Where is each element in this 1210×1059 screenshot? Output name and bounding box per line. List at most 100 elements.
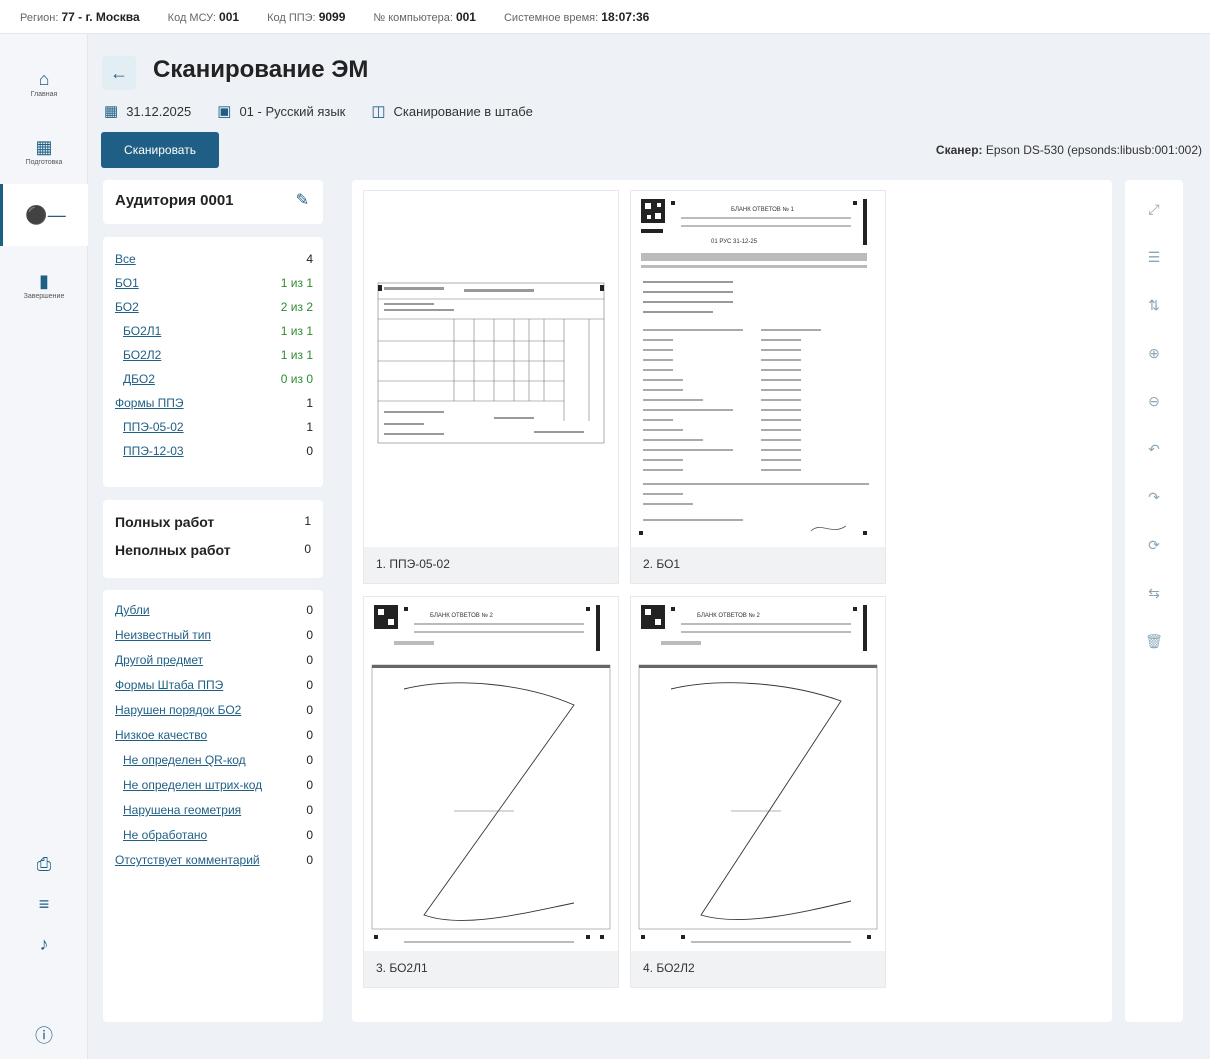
document-icon: ▮ xyxy=(39,270,49,291)
scanner-icon[interactable]: ≡ xyxy=(0,894,88,915)
back-button[interactable]: ← xyxy=(102,56,136,90)
scan-card-4[interactable]: БЛАНК ОТВЕТОВ № 2 4. БО2Л2 xyxy=(630,596,886,988)
scan-image-2: БЛАНК ОТВЕТОВ № 1 01 РУС 31-12-25 xyxy=(631,191,885,547)
pc-info: № компьютера: 001 xyxy=(373,9,476,24)
home-icon: ⌂ xyxy=(38,68,50,89)
rotate-left-icon[interactable]: ↶ xyxy=(1139,434,1169,464)
zoom-in-icon[interactable]: ⊕ xyxy=(1139,338,1169,368)
list-item: Нарушен порядок БО2 0 xyxy=(115,703,313,717)
scan-image-4: БЛАНК ОТВЕТОВ № 2 xyxy=(631,597,885,951)
answer-sheet-1-preview: БЛАНК ОТВЕТОВ № 1 01 РУС 31-12-25 xyxy=(631,191,885,547)
key-icon: ⚫— xyxy=(25,205,66,225)
ppe-info: Код ППЭ: 9099 xyxy=(267,9,346,24)
nav-preparation[interactable]: ▦ Подготовка xyxy=(0,120,88,182)
auditory-header-panel: Аудитория 0001 ✎ xyxy=(103,180,323,224)
edit-icon[interactable]: ✎ xyxy=(296,190,309,210)
nav-finish-label: Завершение xyxy=(23,292,65,300)
date-value: 31.12.2025 xyxy=(126,103,192,119)
scan-image-3: БЛАНК ОТВЕТОВ № 2 xyxy=(364,597,618,951)
mode-info: ◫ Сканирование в штабе xyxy=(371,102,532,120)
list-item: Низкое качество 0 xyxy=(115,728,313,742)
nav-home-label: Главная xyxy=(30,90,58,98)
msu-info: Код МСУ: 001 xyxy=(167,9,240,24)
fullscreen-icon[interactable]: ⤢ xyxy=(1139,194,1169,224)
printer-icon[interactable]: ⎙ xyxy=(0,854,88,875)
sheet-code: 01 РУС 31-12-25 xyxy=(711,239,758,245)
reset-icon[interactable]: ⟳ xyxy=(1139,530,1169,560)
list-item: ППЭ-05-02 1 xyxy=(123,420,313,434)
sheet-title: БЛАНК ОТВЕТОВ № 2 xyxy=(430,612,494,619)
scanner-label: Сканер: xyxy=(935,143,983,157)
list-item: ДБО2 0 из 0 xyxy=(123,372,313,386)
meta-row: ▦ 31.12.2025 ▣ 01 - Русский язык ◫ Сканиров… xyxy=(104,102,559,120)
list-item: Неизвестный тип 0 xyxy=(115,628,313,642)
nav-preparation-label: Подготовка xyxy=(25,158,63,166)
time-value: 18:07:36 xyxy=(601,9,650,24)
date-info: ▦ 31.12.2025 xyxy=(104,102,191,120)
list-item: Не определен QR-код 0 xyxy=(123,753,313,767)
auditory-title: Аудитория 0001 xyxy=(115,192,234,209)
partial-works-row: Неполных работ 0 xyxy=(115,542,311,558)
scan-gallery: 1. ППЭ-05-02 БЛАНК ОТВЕТОВ № 1 01 РУС 31… xyxy=(352,180,1112,1022)
region-value: 77 - г. Москва xyxy=(61,9,140,24)
subject-info: ▣ 01 - Русский язык xyxy=(217,102,345,120)
scan-card-2[interactable]: БЛАНК ОТВЕТОВ № 1 01 РУС 31-12-25 2. БО1 xyxy=(630,190,886,584)
scan-button[interactable]: Сканировать xyxy=(101,132,219,168)
problems-panel: Дубли 0 Неизвестный тип 0 Другой предмет 0 … xyxy=(103,590,323,1022)
answer-sheet-2-preview: БЛАНК ОТВЕТОВ № 2 xyxy=(364,597,618,951)
calendar-icon: ▦ xyxy=(104,103,119,120)
list-item: Дубли 0 xyxy=(115,603,313,617)
list-item: Нарушена геометрия 0 xyxy=(123,803,313,817)
list-icon[interactable]: ☰ xyxy=(1139,242,1169,272)
scan-image-1 xyxy=(364,191,618,547)
sort-icon[interactable]: ⇅ xyxy=(1139,290,1169,320)
region-info: Регион: 77 - г. Москва xyxy=(20,9,140,24)
scanner-value: Epson DS-530 (epsonds:libusb:001:002) xyxy=(985,143,1202,157)
info-icon[interactable]: ⓘ xyxy=(0,1022,88,1048)
list-item: БО2 2 из 2 xyxy=(115,300,313,314)
auditory-counts-panel: Все 4 БО1 1 из 1 БО2 2 из 2 БО2Л1 1 из 1 БО2… xyxy=(103,237,323,487)
swap-icon[interactable]: ⇆ xyxy=(1139,578,1169,608)
delete-icon[interactable]: 🗑 xyxy=(1139,626,1169,656)
time-info: Системное время: 18:07:36 xyxy=(503,9,650,24)
summary-panel: Полных работ 1 Неполных работ 0 xyxy=(103,500,323,578)
page-title: Сканирование ЭМ xyxy=(153,56,369,83)
list-item: БО2Л2 1 из 1 xyxy=(123,348,313,362)
list-item: ППЭ-12-03 0 xyxy=(123,444,313,458)
calendar-icon: ▦ xyxy=(35,136,53,157)
list-item: Другой предмет 0 xyxy=(115,653,313,667)
list-item: Формы Штаба ППЭ 0 xyxy=(115,678,313,692)
full-works-row: Полных работ 1 xyxy=(115,514,311,530)
sound-icon[interactable]: ♪ xyxy=(0,934,88,955)
grid-icon: ◫ xyxy=(371,103,386,120)
list-item: Отсутствует комментарий 0 xyxy=(115,853,313,867)
mode-value: Сканирование в штабе xyxy=(393,103,533,119)
bookmark-icon: ▣ xyxy=(217,103,232,120)
nav-finish[interactable]: ▮ Завершение xyxy=(0,254,88,316)
scan-caption: 1. ППЭ-05-02 xyxy=(376,557,450,571)
sheet-title: БЛАНК ОТВЕТОВ № 2 xyxy=(697,612,761,619)
left-navigation: ⌂ Главная ▦ Подготовка ⚫— ▮ Завершение ⎙… xyxy=(0,34,88,1059)
nav-key[interactable]: ⚫— xyxy=(0,184,88,246)
scan-card-1[interactable]: 1. ППЭ-05-02 xyxy=(363,190,619,584)
list-item: БО1 1 из 1 xyxy=(115,276,313,290)
image-toolbar: ⤢ ☰ ⇅ ⊕ ⊖ ↶ ↷ ⟳ ⇆ 🗑 xyxy=(1125,180,1183,1022)
ppe-value: 9099 xyxy=(318,9,346,24)
list-item: Не определен штрих-код 0 xyxy=(123,778,313,792)
subject-value: 01 - Русский язык xyxy=(239,103,346,119)
sheet-title: БЛАНК ОТВЕТОВ № 1 xyxy=(731,206,795,213)
list-item: Формы ППЭ 1 xyxy=(115,396,313,410)
arrow-left-icon: ← xyxy=(110,62,128,83)
list-item: Все 4 xyxy=(115,252,313,266)
list-item: Не обработано 0 xyxy=(123,828,313,842)
rotate-right-icon[interactable]: ↷ xyxy=(1139,482,1169,512)
scanner-info: Сканер: Epson DS-530 (epsonds:libusb:001… xyxy=(936,143,1202,157)
form-ppe-preview xyxy=(364,191,618,547)
scan-caption: 3. БО2Л1 xyxy=(376,961,428,975)
msu-value: 001 xyxy=(219,9,240,24)
list-item: БО2Л1 1 из 1 xyxy=(123,324,313,338)
zoom-out-icon[interactable]: ⊖ xyxy=(1139,386,1169,416)
scan-card-3[interactable]: БЛАНК ОТВЕТОВ № 2 3. БО2Л1 xyxy=(363,596,619,988)
nav-home[interactable]: ⌂ Главная xyxy=(0,52,88,114)
answer-sheet-3-preview: БЛАНК ОТВЕТОВ № 2 xyxy=(631,597,885,951)
